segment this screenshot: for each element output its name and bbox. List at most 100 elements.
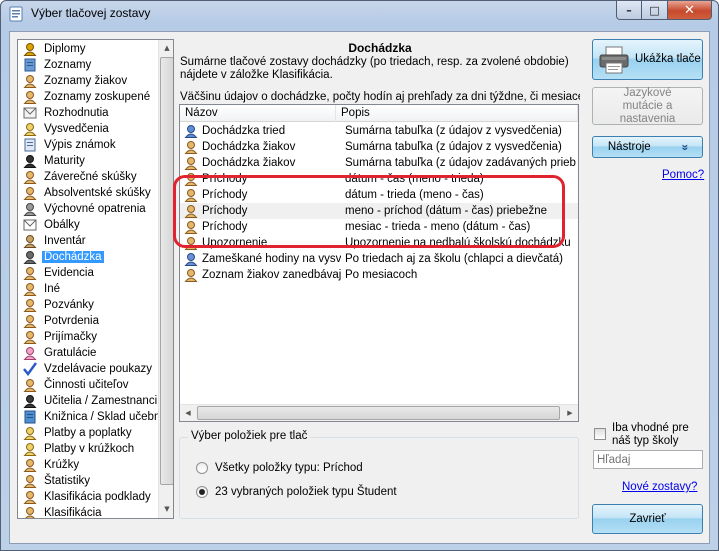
list-horizontal-scrollbar[interactable]: ◀ ▶: [180, 404, 578, 421]
student-icon: [183, 220, 199, 234]
close-icon: ✕: [684, 2, 695, 18]
minimize-icon: –: [626, 3, 632, 17]
teachers-icon: [22, 394, 38, 408]
category-tree[interactable]: Diplomy Zoznamy Zoznamy žiakov Zoznamy zosk…: [17, 39, 174, 519]
tree-item[interactable]: Potvrdenia: [18, 313, 159, 329]
student-icon: [183, 236, 199, 250]
tree-item[interactable]: Dochádzka: [18, 249, 159, 265]
new-reports-link[interactable]: Nové zostavy?: [622, 481, 697, 493]
maximize-button[interactable]: □: [642, 1, 668, 20]
tree-item[interactable]: Prijímačky: [18, 329, 159, 345]
tree-item-label: Klasifikácia podklady: [44, 491, 151, 503]
search-input[interactable]: [593, 450, 703, 469]
tree-item[interactable]: Gratulácie: [18, 345, 159, 361]
list-rows: Dochádzka tried Sumárna tabuľka (z údajov…: [180, 123, 578, 283]
tree-item[interactable]: Knižnica / Sklad učebníc: [18, 409, 159, 425]
scroll-left-button[interactable]: ◀: [180, 405, 196, 421]
horizontal-scroll-thumb[interactable]: [197, 406, 560, 420]
tree-item[interactable]: Vzdelávacie poukazy: [18, 361, 159, 377]
radio-button[interactable]: [196, 462, 208, 474]
tree-item[interactable]: Inventár: [18, 233, 159, 249]
tree-item[interactable]: Klasifikácia podklady: [18, 489, 159, 505]
tree-item-label: Vysvedčenia: [44, 123, 109, 135]
selection-groupbox: Výber položiek pre tlač Všetky položky t…: [179, 430, 579, 519]
tree-item[interactable]: Obálky: [18, 217, 159, 233]
tree-item[interactable]: Platby a poplatky: [18, 425, 159, 441]
list-row[interactable]: Príchody dátum - trieda (meno - čas): [180, 187, 578, 203]
group-icon: [183, 124, 199, 138]
radio-all-items[interactable]: Všetky položky typu: Príchod: [196, 462, 363, 474]
column-header-description[interactable]: Popis: [336, 105, 578, 122]
only-suitable-checkbox-row[interactable]: Iba vhodné pre náš typ školy: [594, 422, 707, 448]
radio-selected-items[interactable]: 23 vybraných položiek typu Študent: [196, 486, 397, 498]
tree-item[interactable]: Činnosti učiteľov: [18, 377, 159, 393]
radio-button[interactable]: [196, 486, 208, 498]
groupbox-title: Výber položiek pre tlač: [188, 430, 311, 442]
exam-icon: [22, 186, 38, 200]
tree-item[interactable]: Pozvánky: [18, 297, 159, 313]
tools-button[interactable]: Nástroje »: [592, 136, 703, 158]
tree-item-label: Platby v krúžkoch: [44, 443, 135, 455]
tree-item[interactable]: Zoznamy zoskupené: [18, 89, 159, 105]
list-row[interactable]: Príchody meno - príchod (dátum - čas) pri…: [180, 203, 578, 219]
tree-item[interactable]: Rozhodnutia: [18, 105, 159, 121]
other-icon: [22, 282, 38, 296]
tree-item[interactable]: Výchovné opatrenia: [18, 201, 159, 217]
tree-item[interactable]: Záverečné skúšky: [18, 169, 159, 185]
row-name: Dochádzka tried: [202, 125, 286, 137]
maximize-icon: □: [649, 3, 660, 17]
list-row[interactable]: Dochádzka žiakov Sumárna tabuľka (z údajo…: [180, 139, 578, 155]
report-list[interactable]: Názov Popis Dochádzka tried Sumárna tabuľ…: [179, 104, 579, 422]
list-row[interactable]: Dochádzka žiakov Sumárna tabuľka (z údajo…: [180, 155, 578, 171]
row-name: Príchody: [202, 189, 248, 201]
tree-item[interactable]: Iné: [18, 281, 159, 297]
tree-item[interactable]: Klasifikácia: [18, 505, 159, 518]
dialog-window: Výber tlačovej zostavy – □ ✕ Diplomy Zozn…: [0, 0, 719, 551]
window-title: Výber tlačovej zostavy: [31, 6, 151, 20]
tree-item[interactable]: Maturity: [18, 153, 159, 169]
tree-item[interactable]: Diplomy: [18, 41, 159, 57]
tree-item[interactable]: Evidencia: [18, 265, 159, 281]
tree-item[interactable]: Absolventské skúšky: [18, 185, 159, 201]
tree-item[interactable]: Platby v krúžkoch: [18, 441, 159, 457]
list-row[interactable]: Príchody dátum - čas (meno - trieda): [180, 171, 578, 187]
scroll-down-button[interactable]: ▼: [159, 501, 173, 517]
cake-icon: [22, 346, 38, 360]
print-preview-button[interactable]: Ukážka tlače: [592, 39, 703, 80]
close-window-button[interactable]: ✕: [668, 1, 712, 20]
dialog-client-area: Diplomy Zoznamy Zoznamy žiakov Zoznamy zosk…: [9, 31, 710, 544]
section-title: Dochádzka: [348, 41, 412, 55]
column-header-name[interactable]: Názov: [180, 105, 336, 122]
only-suitable-checkbox[interactable]: [594, 428, 606, 440]
tree-item-label: Štatistiky: [44, 475, 91, 487]
only-suitable-label: Iba vhodné pre náš typ školy: [612, 422, 689, 447]
tree-item[interactable]: Štatistiky: [18, 473, 159, 489]
help-link[interactable]: Pomoc?: [662, 169, 704, 181]
scroll-right-button[interactable]: ▶: [562, 405, 578, 421]
list-row[interactable]: Príchody mesiac - trieda - meno (dátum - …: [180, 219, 578, 235]
tree-item[interactable]: Zoznamy: [18, 57, 159, 73]
close-button[interactable]: Zavrieť: [592, 504, 703, 534]
scroll-up-button[interactable]: ▲: [159, 40, 173, 56]
tree-vertical-scrollbar[interactable]: ▲ ▼: [158, 40, 173, 518]
tree-item[interactable]: Učitelia / Zamestnanci: [18, 393, 159, 409]
tree-item-label: Vzdelávacie poukazy: [44, 363, 153, 375]
list-row[interactable]: Zoznam žiakov zanedbávajúcich Po mesiacoc…: [180, 267, 578, 283]
title-bar[interactable]: Výber tlačovej zostavy – □ ✕: [1, 1, 718, 27]
list-icon: [22, 58, 38, 72]
tree-item[interactable]: Výpis známok: [18, 137, 159, 153]
list-row[interactable]: Zameškané hodiny na vysvedčení Po triedac…: [180, 251, 578, 267]
tree-item[interactable]: Krúžky: [18, 457, 159, 473]
language-settings-button[interactable]: Jazykové mutácie a nastavenia: [592, 87, 703, 125]
row-description: Sumárna tabuľka (z údajov zadávaných pri…: [345, 157, 576, 169]
minimize-button[interactable]: –: [616, 1, 642, 20]
list-row[interactable]: Dochádzka tried Sumárna tabuľka (z údajov…: [180, 123, 578, 139]
tree-item[interactable]: Zoznamy žiakov: [18, 73, 159, 89]
document-icon: [22, 106, 38, 120]
graduation-cap-icon: [22, 154, 38, 168]
tree-item[interactable]: Vysvedčenia: [18, 121, 159, 137]
scroll-thumb[interactable]: [160, 57, 173, 485]
tree-item-label: Pozvánky: [44, 299, 94, 311]
list-row[interactable]: Upozornenie Upozornenie na nedbalú školsk…: [180, 235, 578, 251]
student-icon: [183, 204, 199, 218]
